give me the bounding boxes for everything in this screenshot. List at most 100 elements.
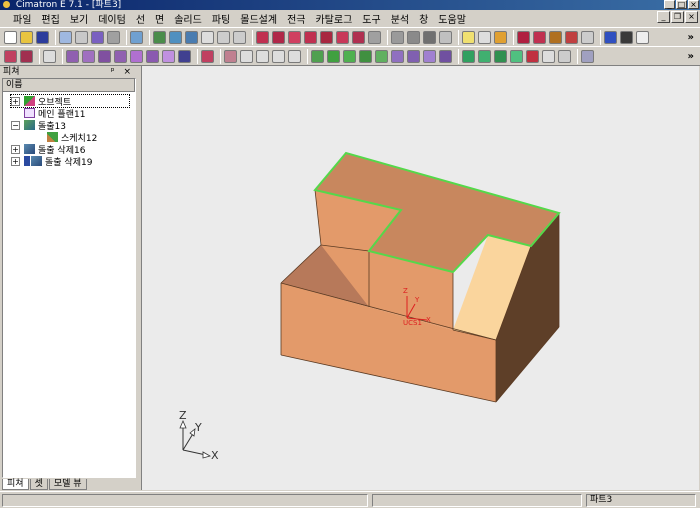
line-icon[interactable]	[256, 49, 269, 63]
spline-icon[interactable]	[272, 49, 285, 63]
color-fill-icon[interactable]	[604, 30, 617, 44]
tree-item-extrude-cut-16[interactable]: + 돌출 삭제16	[11, 143, 85, 156]
cut-icon[interactable]	[107, 30, 120, 44]
chamfer-icon[interactable]	[542, 49, 555, 63]
book-icon[interactable]	[581, 49, 594, 63]
document-minimize-button[interactable]: _	[657, 11, 670, 23]
curve-tool-icon[interactable]	[224, 49, 237, 63]
menu-edit[interactable]: 편집	[36, 11, 64, 26]
cycle-icon[interactable]	[178, 49, 191, 63]
display-mode-dropdown-icon[interactable]	[439, 30, 452, 44]
view-left-icon[interactable]	[288, 30, 301, 44]
view-front-icon[interactable]	[256, 30, 269, 44]
tree-item-extrude-13[interactable]: − 돌출13	[11, 119, 66, 132]
layer-icon[interactable]	[549, 30, 562, 44]
loft-tool-icon[interactable]	[494, 49, 507, 63]
menu-file[interactable]: 파일	[8, 11, 36, 26]
toolbar-overflow-chevron-icon[interactable]: »	[688, 51, 694, 62]
toolbar-overflow-chevron-icon[interactable]: »	[688, 32, 694, 43]
forward-arrow-icon[interactable]	[533, 30, 546, 44]
tree-item-extrude-cut-19[interactable]: + 돌출 삭제19	[11, 155, 92, 168]
document-restore-button[interactable]: ❐	[671, 11, 684, 23]
tools-icon[interactable]	[581, 30, 594, 44]
feature-tree-icon[interactable]	[20, 49, 33, 63]
expand-icon[interactable]: +	[11, 144, 20, 154]
save-icon[interactable]	[36, 30, 49, 44]
menu-solid[interactable]: 솔리드	[169, 11, 207, 26]
zoom-in-icon[interactable]	[185, 30, 198, 44]
sweep-icon[interactable]	[439, 49, 452, 63]
shaded-icon[interactable]	[423, 30, 436, 44]
open-folder-icon[interactable]	[20, 30, 33, 44]
point-icon[interactable]	[240, 49, 253, 63]
model-canvas[interactable]: Z Y X UCS1 Z Y X	[142, 66, 700, 490]
zoom-area-icon[interactable]	[169, 30, 182, 44]
fillet-curve-icon[interactable]	[343, 49, 356, 63]
menu-help[interactable]: 도움말	[433, 11, 471, 26]
fillet-icon[interactable]	[526, 49, 539, 63]
menu-view[interactable]: 보기	[65, 11, 93, 26]
project-icon[interactable]	[359, 49, 372, 63]
redo-icon[interactable]	[75, 30, 88, 44]
menu-curve[interactable]: 선	[131, 11, 150, 26]
undo-icon[interactable]	[59, 30, 72, 44]
feature-guide-icon[interactable]	[4, 49, 17, 63]
drive-icon[interactable]	[423, 49, 436, 63]
menu-electrode[interactable]: 전극	[282, 11, 310, 26]
pick-mode-icon[interactable]	[43, 49, 56, 63]
tab-sets[interactable]: 셋	[29, 479, 48, 490]
highlight-icon[interactable]	[494, 30, 507, 44]
menu-catalog[interactable]: 카탈로그	[310, 11, 357, 26]
intersection-icon[interactable]	[375, 49, 388, 63]
draft-icon[interactable]	[558, 49, 571, 63]
tab-model-view[interactable]: 모델 뷰	[48, 479, 87, 490]
extrude-tool-icon[interactable]	[462, 49, 475, 63]
tree-item-sketch-12[interactable]: 스케치12	[47, 131, 97, 144]
window-minimize-button[interactable]: _	[664, 0, 675, 9]
view-top-icon[interactable]	[320, 30, 333, 44]
tab-features[interactable]: 피쳐	[2, 479, 29, 490]
window-maximize-button[interactable]: □	[676, 0, 687, 9]
tree-item-object[interactable]: + 오브젝트	[10, 94, 130, 108]
menu-face[interactable]: 면	[150, 11, 169, 26]
expand-icon[interactable]: +	[11, 156, 20, 166]
filter-curve-icon[interactable]	[82, 49, 95, 63]
window-close-button[interactable]: ×	[688, 0, 699, 9]
pan-icon[interactable]	[217, 30, 230, 44]
panel-pin-close-icon[interactable]: ᵖ ×	[111, 66, 134, 78]
blend-icon[interactable]	[407, 49, 420, 63]
column-header-name[interactable]: 이름	[3, 79, 135, 92]
menu-parting[interactable]: 파팅	[207, 11, 235, 26]
wireframe-icon[interactable]	[391, 30, 404, 44]
filter-set-icon[interactable]	[130, 49, 143, 63]
new-file-icon[interactable]	[4, 30, 17, 44]
back-arrow-icon[interactable]	[517, 30, 530, 44]
pin-icon[interactable]	[478, 30, 491, 44]
sketcher-icon[interactable]	[201, 49, 214, 63]
filter-face-icon[interactable]	[98, 49, 111, 63]
light-bulb-icon[interactable]	[462, 30, 475, 44]
filter-icon[interactable]	[565, 30, 578, 44]
select-icon[interactable]	[130, 30, 143, 44]
menu-datum[interactable]: 데이텀	[93, 11, 131, 26]
hidden-line-icon[interactable]	[407, 30, 420, 44]
zoom-window-icon[interactable]	[153, 30, 166, 44]
shell-icon[interactable]	[510, 49, 523, 63]
link-icon[interactable]	[91, 30, 104, 44]
pencil-icon[interactable]	[620, 30, 633, 44]
view-custom-icon[interactable]	[368, 30, 381, 44]
menu-analysis[interactable]: 분석	[386, 11, 414, 26]
filter-point-icon[interactable]	[66, 49, 79, 63]
trim-icon[interactable]	[311, 49, 324, 63]
view-back-icon[interactable]	[272, 30, 285, 44]
filter-datum-icon[interactable]	[146, 49, 159, 63]
collapse-icon[interactable]: −	[11, 120, 20, 130]
menu-mold-design[interactable]: 몰드설계	[235, 11, 282, 26]
view-right-icon[interactable]	[304, 30, 317, 44]
rotate-icon[interactable]	[233, 30, 246, 44]
expand-icon[interactable]: +	[11, 96, 20, 106]
circle-icon[interactable]	[288, 49, 301, 63]
menu-window[interactable]: 창	[414, 11, 433, 26]
tree-item-main-plane[interactable]: 메인 플랜11	[24, 107, 85, 120]
revolve-tool-icon[interactable]	[478, 49, 491, 63]
